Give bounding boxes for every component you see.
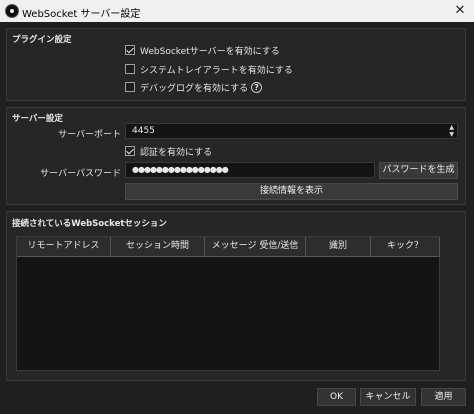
server-settings-group: サーバー設定 サーバーポート 4455 ▲ ▼ 認証を有効にする サーバーパスワー…: [6, 107, 466, 205]
show-connect-info-button[interactable]: 接続情報を表示: [125, 183, 458, 200]
window-title: WebSocket サーバー設定: [22, 9, 141, 20]
sessions-title: 接続されているWebSocketセッション: [12, 219, 167, 229]
enable-auth-label: 認証を有効にする: [140, 147, 213, 158]
enable-auth-checkbox[interactable]: [125, 146, 135, 156]
server-port-spinbox[interactable]: 4455 ▲ ▼: [125, 123, 458, 139]
enable-server-checkbox-row[interactable]: WebSocketサーバーを有効にする: [125, 43, 280, 57]
sessions-table: リモートアドレス セッション時間 メッセージ 受信/送信 識別 キック？: [16, 236, 440, 371]
server-password-input[interactable]: ●●●●●●●●●●●●●●●●: [125, 162, 375, 178]
enable-server-checkbox[interactable]: [125, 45, 135, 55]
column-identified[interactable]: 識別: [306, 237, 371, 257]
server-password-value: ●●●●●●●●●●●●●●●●: [132, 165, 229, 174]
column-session-duration[interactable]: セッション時間: [111, 237, 205, 257]
help-icon[interactable]: ?: [251, 81, 263, 93]
debug-log-checkbox-row[interactable]: デバッグログを有効にする ?: [125, 80, 263, 94]
ok-button[interactable]: OK: [317, 388, 356, 406]
sessions-table-header: リモートアドレス セッション時間 メッセージ 受信/送信 識別 キック？: [17, 237, 440, 257]
plugin-settings-title: プラグイン設定: [12, 35, 72, 45]
plugin-settings-group: プラグイン設定 WebSocketサーバーを有効にする システムトレイアラートを…: [6, 28, 466, 101]
cancel-button[interactable]: キャンセル: [360, 388, 416, 406]
apply-button[interactable]: 適用: [421, 388, 466, 406]
obs-app-icon: [5, 4, 19, 18]
server-port-value: 4455: [132, 126, 155, 136]
close-icon[interactable]: ✕: [446, 0, 474, 22]
system-tray-alerts-checkbox[interactable]: [125, 64, 135, 74]
spin-arrows-icon[interactable]: ▲ ▼: [449, 124, 454, 138]
generate-password-button[interactable]: パスワードを生成: [379, 162, 458, 179]
enable-server-label: WebSocketサーバーを有効にする: [140, 46, 280, 57]
server-port-label: サーバーポート: [58, 130, 121, 140]
column-messages[interactable]: メッセージ 受信/送信: [205, 237, 306, 257]
debug-log-label: デバッグログを有効にする: [140, 83, 249, 94]
column-kick[interactable]: キック？: [371, 237, 440, 257]
window-titlebar: WebSocket サーバー設定 ✕: [0, 0, 474, 22]
system-tray-alerts-checkbox-row[interactable]: システムトレイアラートを有効にする: [125, 62, 293, 76]
server-settings-title: サーバー設定: [12, 114, 63, 124]
server-password-label: サーバーパスワード: [40, 169, 121, 179]
debug-log-checkbox[interactable]: [125, 82, 135, 92]
column-remote-address[interactable]: リモートアドレス: [17, 237, 111, 257]
system-tray-alerts-label: システムトレイアラートを有効にする: [140, 65, 293, 76]
enable-auth-checkbox-row[interactable]: 認証を有効にする: [125, 144, 212, 158]
